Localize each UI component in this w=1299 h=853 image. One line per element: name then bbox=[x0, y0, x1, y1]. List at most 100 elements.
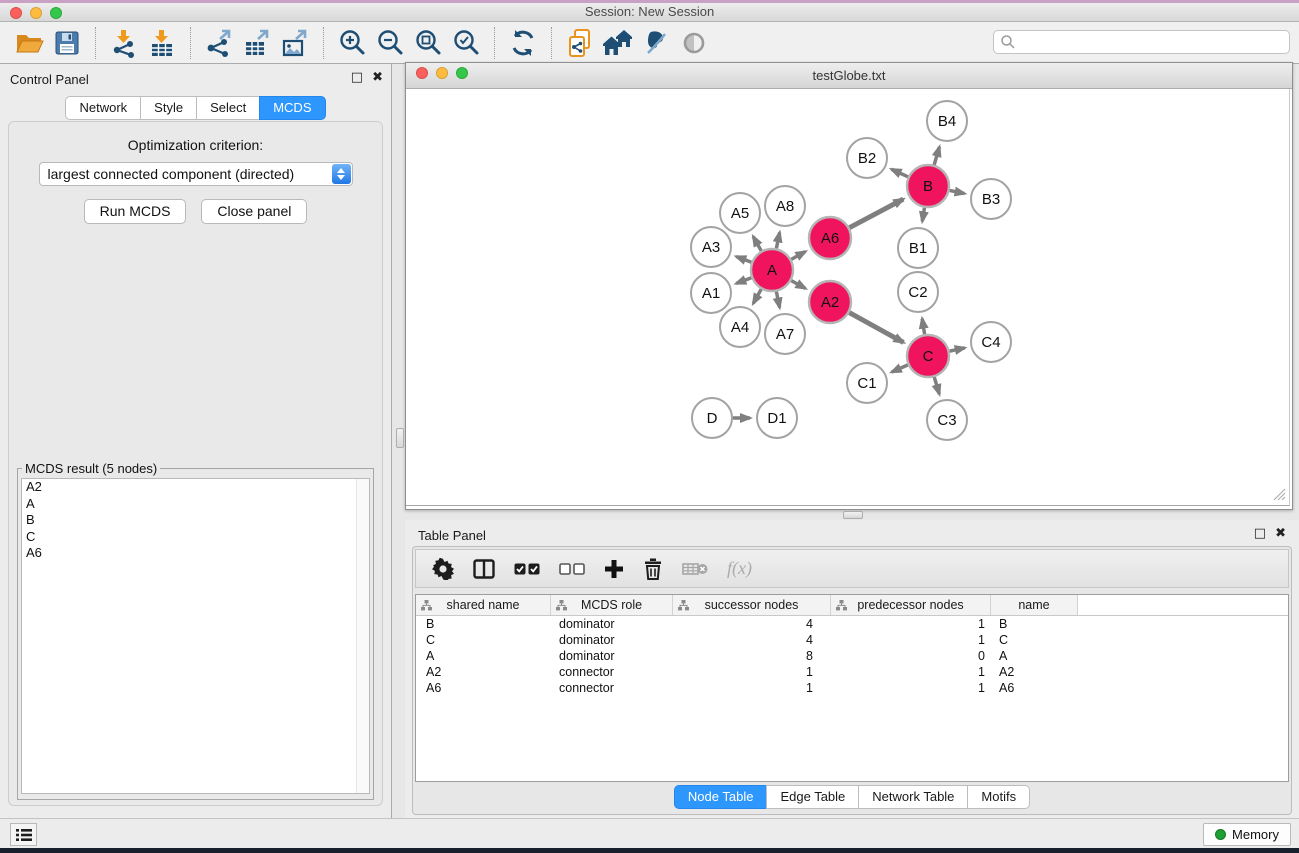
cell-name[interactable]: A6 bbox=[991, 681, 1078, 695]
mcds-result-item[interactable]: B bbox=[22, 512, 369, 529]
import-network-icon[interactable] bbox=[105, 24, 143, 62]
table-row[interactable]: Bdominator41B bbox=[416, 616, 1288, 632]
home-icon[interactable] bbox=[599, 24, 637, 62]
edge-C-C1[interactable] bbox=[892, 365, 908, 372]
memory-button[interactable]: Memory bbox=[1203, 823, 1291, 846]
cell-MCDS-role[interactable]: connector bbox=[551, 665, 673, 679]
table-tab-network-table[interactable]: Network Table bbox=[858, 785, 968, 809]
table-row[interactable]: A2connector11A2 bbox=[416, 664, 1288, 680]
float-panel-icon[interactable]: □ bbox=[1254, 527, 1266, 541]
edge-A-A5[interactable] bbox=[753, 237, 761, 251]
deselect-all-columns-icon[interactable] bbox=[559, 563, 585, 575]
cell-successor-nodes[interactable]: 4 bbox=[673, 633, 831, 647]
run-mcds-button[interactable]: Run MCDS bbox=[84, 199, 187, 224]
edge-A-A4[interactable] bbox=[753, 289, 761, 303]
criterion-select[interactable]: largest connected component (directed) bbox=[39, 162, 353, 186]
edge-A-A8[interactable] bbox=[776, 232, 779, 248]
mcds-result-item[interactable]: C bbox=[22, 529, 369, 546]
edge-A6-B[interactable] bbox=[849, 199, 903, 228]
table-tab-node-table[interactable]: Node Table bbox=[674, 785, 768, 809]
column-header-MCDS-role[interactable]: MCDS role bbox=[551, 595, 673, 615]
edge-A-A6[interactable] bbox=[791, 252, 805, 260]
table-row[interactable]: Cdominator41C bbox=[416, 632, 1288, 648]
edge-A-A1[interactable] bbox=[736, 278, 751, 284]
hide-graphics-details-icon[interactable] bbox=[675, 24, 713, 62]
control-tab-mcds[interactable]: MCDS bbox=[259, 96, 325, 120]
new-network-from-selection-icon[interactable] bbox=[561, 24, 599, 62]
control-tab-network[interactable]: Network bbox=[65, 96, 141, 120]
network-window-titlebar[interactable]: testGlobe.txt bbox=[406, 63, 1292, 89]
column-header-shared-name[interactable]: shared name bbox=[416, 595, 551, 615]
cell-shared-name[interactable]: B bbox=[416, 617, 551, 631]
select-all-columns-icon[interactable] bbox=[514, 563, 540, 575]
cell-name[interactable]: C bbox=[991, 633, 1078, 647]
table-tab-motifs[interactable]: Motifs bbox=[967, 785, 1030, 809]
edge-A-A3[interactable] bbox=[736, 257, 751, 263]
cell-name[interactable]: A bbox=[991, 649, 1078, 663]
create-column-icon[interactable] bbox=[604, 559, 624, 579]
cell-successor-nodes[interactable]: 8 bbox=[673, 649, 831, 663]
cell-predecessor-nodes[interactable]: 1 bbox=[831, 665, 991, 679]
close-panel-icon[interactable]: ✖ bbox=[372, 71, 383, 85]
network-canvas[interactable]: B4B2BB3A8A5A6A3B1AA1C2A2A4A7C4CC1C3DD1 bbox=[406, 89, 1290, 506]
cell-shared-name[interactable]: A2 bbox=[416, 665, 551, 679]
close-panel-icon[interactable]: ✖ bbox=[1275, 527, 1286, 541]
vertical-splitter-handle[interactable] bbox=[396, 428, 404, 448]
search-input[interactable] bbox=[1016, 32, 1289, 52]
edge-B-B3[interactable] bbox=[950, 190, 965, 193]
column-header-successor-nodes[interactable]: successor nodes bbox=[673, 595, 831, 615]
export-image-icon[interactable] bbox=[276, 24, 314, 62]
task-history-button[interactable] bbox=[10, 823, 37, 846]
result-list-scrollbar[interactable] bbox=[356, 479, 369, 793]
mcds-result-item[interactable]: A2 bbox=[22, 479, 369, 496]
edge-C-C4[interactable] bbox=[949, 348, 964, 351]
edge-B-B4[interactable] bbox=[934, 147, 939, 165]
apply-layout-icon[interactable] bbox=[504, 24, 542, 62]
cell-shared-name[interactable]: C bbox=[416, 633, 551, 647]
table-row[interactable]: Adominator80A bbox=[416, 648, 1288, 664]
cell-predecessor-nodes[interactable]: 1 bbox=[831, 617, 991, 631]
cell-MCDS-role[interactable]: connector bbox=[551, 681, 673, 695]
edge-B-B2[interactable] bbox=[892, 169, 908, 177]
close-panel-button[interactable]: Close panel bbox=[201, 199, 307, 224]
edge-A-A2[interactable] bbox=[791, 281, 805, 289]
cell-predecessor-nodes[interactable]: 1 bbox=[831, 681, 991, 695]
cell-predecessor-nodes[interactable]: 1 bbox=[831, 633, 991, 647]
cell-MCDS-role[interactable]: dominator bbox=[551, 633, 673, 647]
edge-B-B1[interactable] bbox=[922, 208, 924, 222]
cell-successor-nodes[interactable]: 1 bbox=[673, 681, 831, 695]
horizontal-splitter-handle[interactable] bbox=[843, 511, 863, 519]
save-session-icon[interactable] bbox=[48, 24, 86, 62]
zoom-out-icon[interactable] bbox=[371, 24, 409, 62]
control-tab-select[interactable]: Select bbox=[196, 96, 260, 120]
delete-columns-icon[interactable] bbox=[643, 558, 663, 580]
cell-MCDS-role[interactable]: dominator bbox=[551, 649, 673, 663]
export-network-icon[interactable] bbox=[200, 24, 238, 62]
search-field[interactable] bbox=[993, 30, 1290, 54]
zoom-in-icon[interactable] bbox=[333, 24, 371, 62]
mcds-result-item[interactable]: A6 bbox=[22, 545, 369, 562]
cell-predecessor-nodes[interactable]: 0 bbox=[831, 649, 991, 663]
export-table-icon[interactable] bbox=[238, 24, 276, 62]
resize-grip-icon[interactable] bbox=[1273, 488, 1286, 501]
show-column-panel-icon[interactable] bbox=[473, 559, 495, 579]
edge-A-A7[interactable] bbox=[776, 292, 779, 308]
edge-A2-C[interactable] bbox=[849, 313, 903, 343]
table-row[interactable]: A6connector11A6 bbox=[416, 680, 1288, 696]
column-header-predecessor-nodes[interactable]: predecessor nodes bbox=[831, 595, 991, 615]
column-header-name[interactable]: name bbox=[991, 595, 1078, 615]
mcds-result-item[interactable]: A bbox=[22, 496, 369, 513]
control-tab-style[interactable]: Style bbox=[140, 96, 197, 120]
zoom-fit-icon[interactable] bbox=[409, 24, 447, 62]
edge-C-C3[interactable] bbox=[934, 377, 939, 394]
open-session-icon[interactable] bbox=[10, 24, 48, 62]
cell-shared-name[interactable]: A6 bbox=[416, 681, 551, 695]
cell-name[interactable]: B bbox=[991, 617, 1078, 631]
cell-successor-nodes[interactable]: 4 bbox=[673, 617, 831, 631]
float-panel-icon[interactable]: □ bbox=[351, 71, 363, 85]
cell-shared-name[interactable]: A bbox=[416, 649, 551, 663]
show-graphics-details-icon[interactable] bbox=[637, 24, 675, 62]
table-settings-icon[interactable] bbox=[432, 558, 454, 580]
cell-name[interactable]: A2 bbox=[991, 665, 1078, 679]
cell-successor-nodes[interactable]: 1 bbox=[673, 665, 831, 679]
